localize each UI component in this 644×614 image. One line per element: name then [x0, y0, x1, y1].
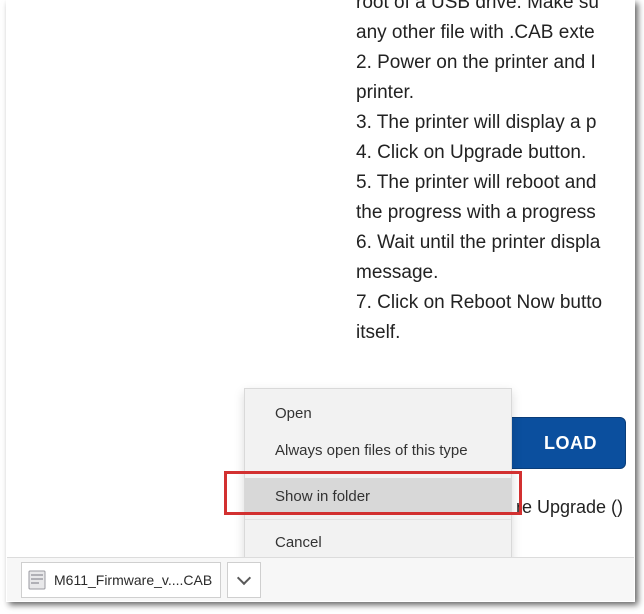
download-button-label: LOAD [544, 433, 597, 454]
download-item[interactable]: M611_Firmware_v....CAB [21, 562, 221, 598]
instruction-line: itself. [356, 318, 644, 348]
download-bar: M611_Firmware_v....CAB [7, 557, 634, 601]
instruction-line: message. [356, 258, 644, 288]
menu-open[interactable]: Open [245, 395, 511, 432]
instruction-line: printer. [356, 78, 644, 108]
upgrade-caption: re Upgrade () [516, 497, 623, 518]
menu-separator [245, 473, 511, 474]
download-item-menu-button[interactable] [227, 562, 261, 598]
instruction-line: 3. The printer will display a p [356, 108, 644, 138]
instruction-text: root of a USB drive. Make su any other f… [356, 0, 644, 348]
instruction-line: 7. Click on Reboot Now butto [356, 288, 644, 318]
instruction-line: the progress with a progress [356, 198, 644, 228]
chevron-down-icon [237, 570, 251, 584]
context-menu: Open Always open files of this type Show… [244, 388, 512, 568]
instruction-line: 5. The printer will reboot and [356, 168, 644, 198]
download-filename: M611_Firmware_v....CAB [54, 572, 212, 588]
instruction-line: 4. Click on Upgrade button. [356, 138, 644, 168]
instruction-line: any other file with .CAB exte [356, 18, 644, 48]
instruction-line: root of a USB drive. Make su [356, 0, 644, 18]
instruction-line: 2. Power on the printer and I [356, 48, 644, 78]
menu-always-open[interactable]: Always open files of this type [245, 432, 511, 469]
menu-show-in-folder[interactable]: Show in folder [245, 478, 511, 515]
file-icon [28, 570, 46, 590]
instruction-line: 6. Wait until the printer displa [356, 228, 644, 258]
window-frame: root of a USB drive. Make su any other f… [6, 0, 635, 602]
menu-separator [245, 519, 511, 520]
menu-cancel[interactable]: Cancel [245, 524, 511, 561]
